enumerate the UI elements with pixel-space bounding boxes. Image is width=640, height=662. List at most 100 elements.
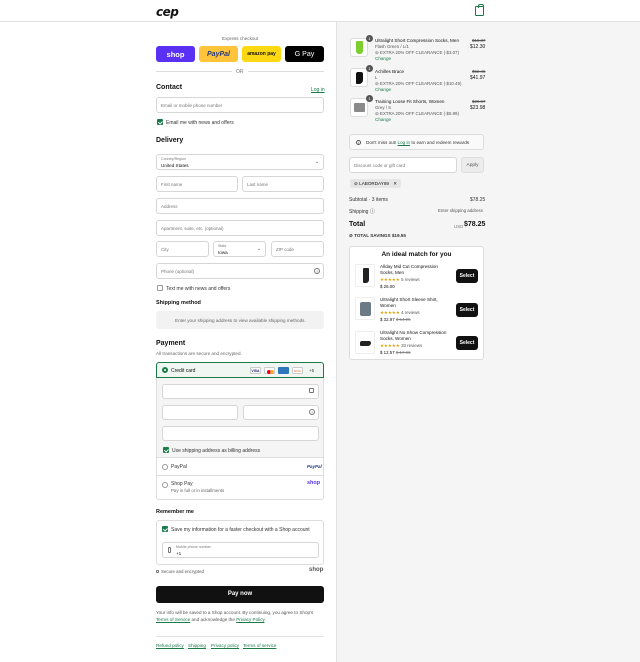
total-label: Total bbox=[349, 221, 366, 228]
amazon-pay-button[interactable]: amazon pay bbox=[242, 46, 281, 62]
footer-refund-link[interactable]: Refund policy bbox=[156, 643, 184, 648]
text-news-label: Text me with news and offers bbox=[166, 286, 231, 292]
product-variant: Grey / S bbox=[375, 105, 392, 110]
close-icon[interactable]: ✕ bbox=[393, 181, 397, 186]
state-select[interactable]: State Iowa ⌄ bbox=[213, 241, 266, 257]
product-image bbox=[355, 297, 375, 320]
change-link[interactable]: Change bbox=[375, 87, 391, 92]
rewards-note: i Don't miss out! Log in to earn and red… bbox=[349, 134, 484, 150]
price: $41.97 bbox=[470, 75, 486, 81]
product-image bbox=[350, 38, 368, 57]
subtotal-label: Subtotal · 3 items bbox=[349, 197, 388, 203]
security-code-field[interactable]: ? bbox=[243, 405, 319, 420]
email-news-checkbox[interactable] bbox=[157, 119, 163, 125]
lock-icon bbox=[309, 388, 314, 393]
discount-code-field[interactable]: Discount code or gift card bbox=[349, 157, 457, 173]
shipping-method-title: Shipping method bbox=[156, 300, 201, 306]
change-link[interactable]: Change bbox=[375, 56, 391, 61]
paypal-logo: PayPal bbox=[307, 464, 322, 469]
billing-address-label: Use shipping address as billing address bbox=[172, 448, 261, 454]
name-on-card-field[interactable] bbox=[162, 426, 319, 441]
shopping-bag-icon[interactable] bbox=[475, 4, 484, 16]
chevron-down-icon: ⌄ bbox=[315, 159, 320, 165]
radio[interactable] bbox=[162, 464, 168, 470]
total-value: $78.25 bbox=[464, 221, 486, 228]
last-name-field[interactable]: Last name bbox=[242, 176, 324, 192]
shipping-label: Shipping ⓘ bbox=[349, 209, 375, 215]
or-label: OR bbox=[236, 69, 244, 75]
footer-privacy-link[interactable]: Privacy policy bbox=[211, 643, 239, 648]
footer-terms-link[interactable]: Terms of service bbox=[243, 643, 276, 648]
old-price: $29.97 bbox=[472, 99, 486, 104]
radio-selected[interactable] bbox=[162, 367, 168, 373]
country-select[interactable]: Country/Region United States ⌄ bbox=[156, 154, 324, 170]
payment-subtitle: All transactions are secure and encrypte… bbox=[156, 351, 242, 356]
quantity-badge: 1 bbox=[366, 35, 373, 42]
shop-pay-option[interactable]: Shop Pay Pay in full or in installments … bbox=[156, 476, 324, 500]
divider bbox=[156, 636, 324, 637]
currency-label: USD bbox=[454, 224, 464, 229]
terms-link[interactable]: Terms of Service bbox=[156, 617, 190, 622]
rec-price: $ 32.97 $ 54.95 bbox=[380, 317, 411, 322]
email-field[interactable]: Email or mobile phone number bbox=[156, 97, 324, 113]
footer-shipping-link[interactable]: Shipping bbox=[188, 643, 206, 648]
product-variant: Flash Green / L/1 bbox=[375, 44, 409, 49]
paypal-option[interactable]: PayPal PayPal bbox=[156, 458, 324, 476]
apply-button[interactable]: Apply bbox=[461, 157, 484, 173]
phone-icon bbox=[168, 547, 171, 553]
price: $12.30 bbox=[470, 44, 486, 50]
save-info-checkbox[interactable] bbox=[162, 526, 168, 532]
shipping-message: Enter your shipping address to view avai… bbox=[175, 318, 306, 323]
rec-product-name[interactable]: Ultralight No Show Compression Socks, Wo… bbox=[380, 330, 450, 342]
shop-pay-button[interactable]: shop bbox=[156, 46, 195, 62]
rec-product-name[interactable]: Ultralight Short Sleeve Shirt, Women bbox=[380, 297, 450, 309]
payment-title: Payment bbox=[156, 340, 186, 347]
google-pay-button[interactable]: G Pay bbox=[285, 46, 324, 62]
contact-title: Contact bbox=[156, 84, 183, 91]
rating: ★★★★★ 5 reviews bbox=[380, 277, 420, 282]
city-field[interactable]: City bbox=[156, 241, 209, 257]
lock-icon bbox=[156, 570, 159, 573]
select-button[interactable]: Select bbox=[456, 269, 478, 283]
select-button[interactable]: Select bbox=[456, 336, 478, 350]
logo[interactable]: cep bbox=[156, 5, 179, 19]
privacy-link[interactable]: Privacy Policy bbox=[236, 617, 264, 622]
credit-card-option[interactable]: Credit card VISA DISC +5 bbox=[156, 362, 324, 378]
delivery-title: Delivery bbox=[156, 137, 184, 144]
card-number-field[interactable] bbox=[162, 384, 319, 399]
address-field[interactable]: Address bbox=[156, 198, 324, 214]
billing-address-checkbox[interactable] bbox=[163, 447, 169, 453]
help-icon: ⓘ bbox=[369, 209, 375, 215]
help-icon[interactable]: ? bbox=[314, 268, 320, 274]
shop-pay-logo: shop bbox=[307, 480, 321, 486]
select-button[interactable]: Select bbox=[456, 303, 478, 317]
help-icon[interactable]: ? bbox=[309, 409, 315, 415]
product-name: Training Loose Fit Shorts, Women bbox=[375, 99, 445, 104]
expiration-field[interactable] bbox=[162, 405, 238, 420]
pay-now-button[interactable]: Pay now bbox=[156, 586, 324, 603]
rec-price: $ 12.57 $ 17.95 bbox=[380, 350, 411, 355]
paypal-button[interactable]: PayPal bbox=[199, 46, 238, 62]
apartment-field[interactable]: Apartment, suite, etc. (optional) bbox=[156, 220, 324, 236]
rating: ★★★★★ 4 reviews bbox=[380, 310, 420, 315]
first-name-field[interactable]: First name bbox=[156, 176, 238, 192]
rec-product-name[interactable]: Allday Mid Cut Compression Socks, Men bbox=[380, 264, 450, 276]
recommendations-panel: An ideal match for you Allday Mid Cut Co… bbox=[349, 246, 484, 360]
mastercard-icon bbox=[264, 367, 275, 374]
radio[interactable] bbox=[162, 482, 168, 488]
email-news-label: Email me with news and offers bbox=[166, 120, 234, 126]
mobile-phone-field[interactable]: Mobile phone number +1 bbox=[162, 542, 319, 558]
rating: ★★★★★ 33 reviews bbox=[380, 343, 423, 348]
login-link[interactable]: Log in bbox=[311, 87, 325, 93]
phone-field[interactable]: Phone (optional) ? bbox=[156, 263, 324, 279]
rewards-login-link[interactable]: Log in bbox=[398, 140, 411, 145]
remember-me-title: Remember me bbox=[156, 509, 194, 515]
total-savings: ⊘ TOTAL SAVINGS $19.55 bbox=[349, 233, 406, 238]
zip-field[interactable]: ZIP code bbox=[271, 241, 324, 257]
change-link[interactable]: Change bbox=[375, 117, 391, 122]
amex-icon bbox=[278, 367, 289, 374]
info-icon: i bbox=[356, 140, 361, 145]
text-news-checkbox[interactable] bbox=[157, 285, 163, 291]
discover-icon: DISC bbox=[292, 367, 303, 374]
remember-me-box: Save my information for a faster checkou… bbox=[156, 520, 324, 565]
